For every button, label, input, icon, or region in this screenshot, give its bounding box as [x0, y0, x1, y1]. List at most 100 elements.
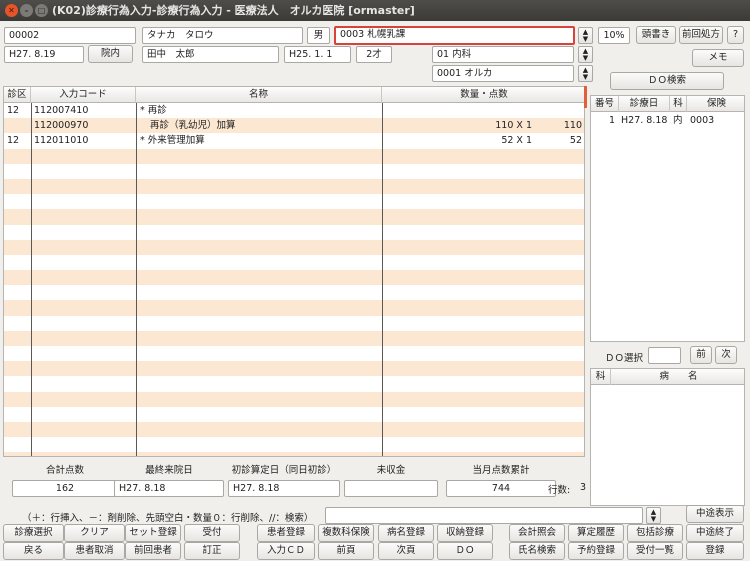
fn-button-input-cd[interactable]: 入力ＣＤ — [257, 542, 315, 560]
table-row[interactable] — [4, 148, 584, 164]
help-button[interactable]: ? — [727, 26, 744, 44]
interrupt-display-button[interactable]: 中途表示 — [686, 505, 744, 523]
table-row[interactable]: 12 112011010 * 外来管理加算 52 X 1 52 — [4, 133, 584, 148]
fn-button-calc-history[interactable]: 算定履歴 — [568, 524, 624, 542]
do-select-field[interactable] — [648, 347, 681, 364]
fn-button-comprehensive[interactable]: 包括診療 — [627, 524, 683, 542]
fn-button-multi-dept[interactable]: 複数科保険 — [318, 524, 374, 542]
fn-button-back[interactable]: 戻る — [3, 542, 64, 560]
history-col-hoken[interactable]: 保険 — [687, 96, 744, 112]
department-combo[interactable]: 01 内科 — [432, 46, 574, 63]
search-input[interactable] — [325, 507, 643, 524]
department-spinner-icon[interactable]: ▲ ▼ — [578, 46, 593, 63]
disease-header: 科 病 名 — [591, 369, 744, 385]
grid-header: 診区 入力コード 名称 数量・点数 — [4, 87, 584, 103]
table-row[interactable]: 112000970 再診（乳幼児）加算 110 X 1 110 — [4, 118, 584, 134]
fn-button-appointment[interactable]: 予約登録 — [568, 542, 624, 560]
fn-button-clinical-select[interactable]: 診療選択 — [3, 524, 64, 542]
fn-button-disease-register[interactable]: 病名登録 — [378, 524, 434, 542]
fn-button-accounting[interactable]: 会計照会 — [509, 524, 565, 542]
visit-date-field[interactable]: H27. 8.19 — [4, 46, 84, 63]
doctor-combo[interactable]: 0001 オルカ — [432, 65, 574, 82]
prev-rx-button[interactable]: 前回処方 — [679, 26, 723, 44]
table-row[interactable] — [4, 346, 584, 361]
close-window-icon[interactable]: ✕ — [5, 4, 18, 17]
disease-list[interactable]: 科 病 名 — [590, 368, 745, 506]
memo-button[interactable]: メモ — [692, 49, 744, 67]
table-row[interactable]: 12 112007410 * 再診 — [4, 103, 584, 118]
table-row[interactable] — [4, 407, 584, 422]
table-row[interactable] — [4, 270, 584, 286]
fn-button-prev-patient[interactable]: 前回患者 — [125, 542, 181, 560]
col-header-ku[interactable]: 診区 — [4, 87, 31, 103]
fn-button-set-register[interactable]: セット登録 — [125, 524, 181, 542]
monthly-total-field: 744 — [446, 480, 556, 497]
fn-button-name-search[interactable]: 氏名検索 — [509, 542, 565, 560]
header-button[interactable]: 頭書き — [636, 26, 676, 44]
fn-button-correct[interactable]: 訂正 — [184, 542, 240, 560]
column-divider — [382, 103, 383, 456]
fn-button-patient-cancel[interactable]: 患者取消 — [64, 542, 125, 560]
table-row[interactable] — [4, 300, 584, 316]
maximize-window-icon[interactable]: □ — [35, 4, 48, 17]
table-row[interactable] — [4, 376, 584, 391]
patient-kana-field[interactable]: タナカ タロウ — [142, 27, 303, 44]
inpatient-button[interactable]: 院内 — [88, 45, 133, 63]
rows-value: 3 — [580, 482, 587, 493]
disease-col-name[interactable]: 病 名 — [611, 369, 744, 385]
cell-code: 112011010 — [34, 135, 89, 147]
table-row[interactable] — [4, 285, 584, 300]
unpaid-label: 未収金 — [376, 465, 406, 476]
table-row[interactable] — [4, 330, 584, 346]
disease-col-ka[interactable]: 科 — [591, 369, 611, 385]
app-window: ✕ – □ (K02)診療行為入力-診療行為入力 - 医療法人 オルカ医院 [o… — [0, 0, 750, 561]
table-row[interactable] — [4, 178, 584, 195]
fn-button-prev-page[interactable]: 前頁 — [318, 542, 374, 560]
fn-button-reception[interactable]: 受付 — [184, 524, 240, 542]
insurance-spinner-icon[interactable]: ▲ ▼ — [578, 27, 593, 44]
table-row[interactable] — [4, 421, 584, 438]
col-header-code[interactable]: 入力コード — [31, 87, 136, 103]
fn-button-do[interactable]: ＤＯ — [437, 542, 493, 560]
history-list[interactable]: 番号 診療日 科 保険 1 H27. 8.18 内 0003 — [590, 95, 745, 342]
cell-points: 52 — [569, 135, 582, 147]
grid-scroll-indicator[interactable] — [584, 86, 587, 108]
table-row[interactable] — [4, 316, 584, 331]
fn-button-next-page[interactable]: 次頁 — [378, 542, 434, 560]
fn-button-clear[interactable]: クリア — [64, 524, 125, 542]
minimize-window-icon[interactable]: – — [20, 4, 33, 17]
do-next-button[interactable]: 次 — [715, 346, 737, 364]
fn-button-payment-register[interactable]: 収納登録 — [437, 524, 493, 542]
do-search-button[interactable]: ＤＯ検索 — [610, 72, 724, 90]
table-row[interactable] — [4, 209, 584, 225]
table-row[interactable] — [4, 361, 584, 377]
history-col-no[interactable]: 番号 — [591, 96, 619, 112]
search-spinner-icon[interactable]: ▲ ▼ — [646, 507, 661, 524]
fn-button-interrupt-end[interactable]: 中途終了 — [686, 524, 744, 542]
history-ka: 内 — [673, 115, 683, 126]
table-row[interactable] — [4, 391, 584, 407]
history-row[interactable]: 1 H27. 8.18 内 0003 — [591, 113, 744, 128]
table-row[interactable] — [4, 225, 584, 240]
fn-button-register[interactable]: 登録 — [686, 542, 744, 560]
treatment-grid[interactable]: 診区 入力コード 名称 数量・点数 12 112007410 * 再診 1120… — [3, 86, 585, 457]
col-header-name[interactable]: 名称 — [136, 87, 382, 103]
patient-sex-field: 男 — [307, 27, 330, 44]
fn-button-reception-list[interactable]: 受付一覧 — [627, 542, 683, 560]
table-row[interactable] — [4, 452, 584, 456]
table-row[interactable] — [4, 437, 584, 452]
table-row[interactable] — [4, 239, 584, 255]
do-prev-button[interactable]: 前 — [690, 346, 712, 364]
history-col-ka[interactable]: 科 — [670, 96, 687, 112]
col-header-qty[interactable]: 数量・点数 — [382, 87, 584, 103]
table-row[interactable] — [4, 194, 584, 209]
history-col-date[interactable]: 診療日 — [619, 96, 670, 112]
fn-button-patient-register[interactable]: 患者登録 — [257, 524, 315, 542]
table-row[interactable] — [4, 164, 584, 179]
insurance-combo[interactable]: 0003 札幌乳課 — [334, 26, 575, 45]
patient-name-field[interactable]: 田中 太郎 — [142, 46, 279, 63]
doctor-spinner-icon[interactable]: ▲ ▼ — [578, 65, 593, 82]
total-points-label: 合計点数 — [45, 465, 84, 476]
table-row[interactable] — [4, 255, 584, 270]
patient-id-field[interactable]: 00002 — [4, 27, 136, 44]
